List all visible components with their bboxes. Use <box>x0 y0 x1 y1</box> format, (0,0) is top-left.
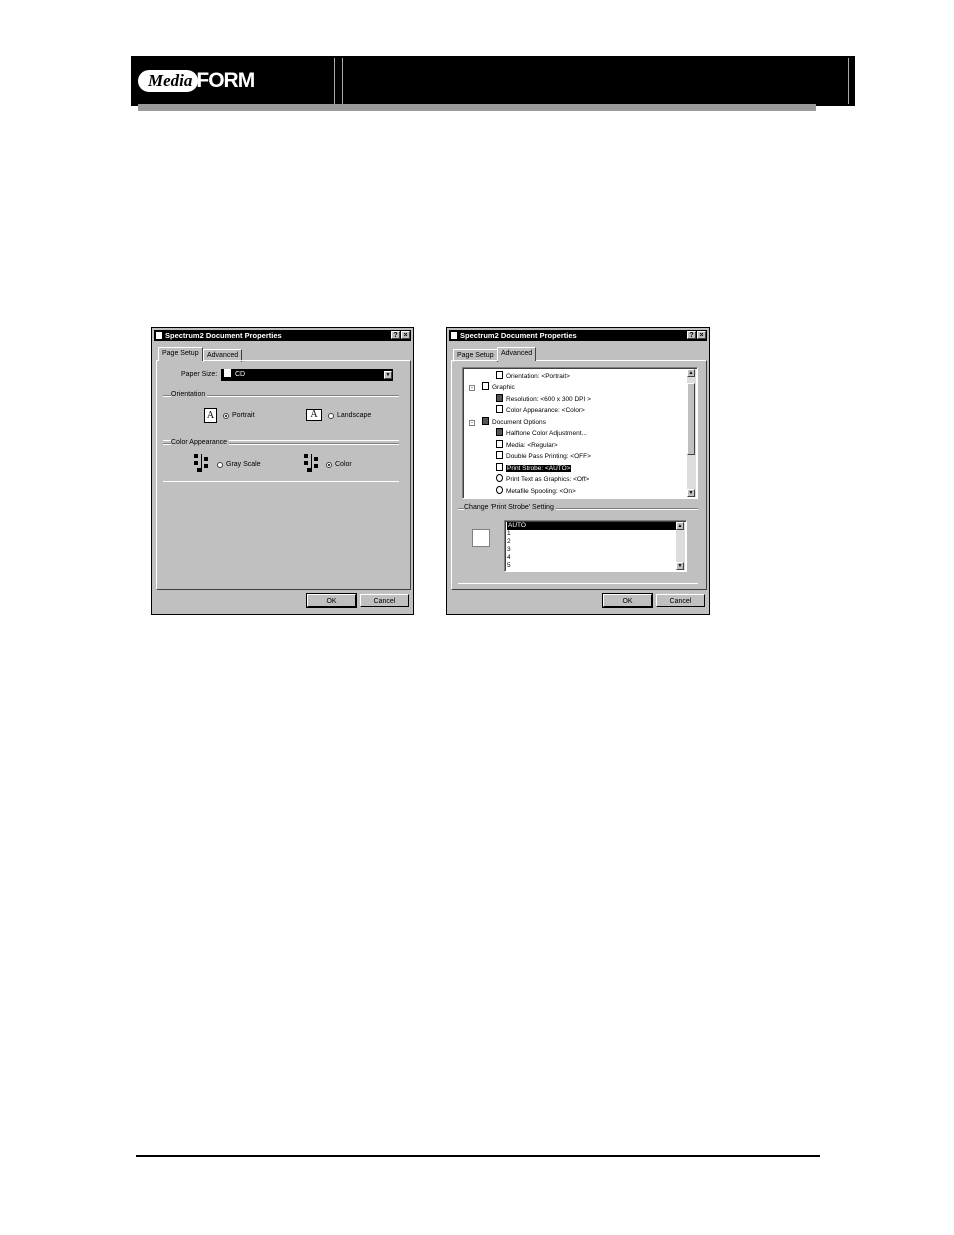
collapse-icon[interactable]: - <box>469 385 475 391</box>
color-appearance-icon <box>496 405 503 413</box>
change-setting-label: Change 'Print Strobe' Setting <box>464 504 556 511</box>
cancel-button[interactable]: Cancel <box>360 594 409 607</box>
color-appearance-label: Color Appearance <box>171 439 230 446</box>
list-item-selected[interactable]: AUTO <box>507 522 676 530</box>
portrait-radio[interactable] <box>223 413 229 419</box>
color-label[interactable]: Color <box>335 461 352 468</box>
scroll-down-icon[interactable]: ▼ <box>687 489 695 497</box>
list-item[interactable]: 2 <box>507 538 676 546</box>
portrait-icon: A <box>204 408 217 423</box>
close-button[interactable]: × <box>697 331 706 339</box>
color-icon <box>304 454 319 472</box>
tree-item[interactable]: Graphic <box>482 382 515 393</box>
document-properties-dialog-page-setup: Spectrum2 Document Properties ? × Page S… <box>151 327 414 615</box>
dialog-title: Spectrum2 Document Properties <box>165 331 282 340</box>
help-button[interactable]: ? <box>391 331 400 339</box>
lightbulb-icon <box>496 486 503 494</box>
banner-divider <box>342 58 343 104</box>
tab-panel: Orientation: <Portrait> - Graphic Resolu… <box>451 360 707 590</box>
settings-tree[interactable]: Orientation: <Portrait> - Graphic Resolu… <box>462 367 698 499</box>
paper-size-value: CD <box>235 371 246 378</box>
color-radio[interactable] <box>326 462 332 468</box>
page-icon <box>224 369 231 377</box>
print-strobe-icon <box>496 463 503 471</box>
media-icon <box>496 440 503 448</box>
scroll-thumb[interactable] <box>687 383 695 455</box>
tree-item[interactable]: Color Appearance: <Color> <box>496 405 585 416</box>
header-banner-shadow <box>138 104 816 111</box>
ok-button[interactable]: OK <box>306 593 357 608</box>
tree-item-selected[interactable]: Print Strobe: <AUTO> <box>496 463 572 474</box>
tab-panel: Paper Size: CD ▼ Orientation A Portrait … <box>156 360 411 590</box>
page-icon <box>496 371 503 379</box>
grayscale-icon <box>194 454 209 472</box>
grayscale-radio[interactable] <box>217 462 223 468</box>
document-options-icon <box>482 417 489 425</box>
paper-size-label: Paper Size: <box>181 371 218 378</box>
close-button[interactable]: × <box>401 331 410 339</box>
list-item[interactable]: 3 <box>507 546 676 554</box>
tab-page-setup[interactable]: Page Setup <box>158 347 203 361</box>
list-item[interactable]: 4 <box>507 554 676 562</box>
tree-item[interactable]: Orientation: <Portrait> <box>496 371 570 382</box>
scroll-up-icon[interactable]: ▲ <box>687 369 695 377</box>
text-as-graphics-icon <box>496 474 503 482</box>
logo-form-text: FORM <box>196 69 255 92</box>
tree-item[interactable]: Metafile Spooling: <On> <box>496 486 576 495</box>
orientation-label: Orientation <box>171 391 208 398</box>
ok-button[interactable]: OK <box>602 593 653 608</box>
tree-scrollbar[interactable]: ▲ ▼ <box>687 369 696 497</box>
scroll-up-icon[interactable]: ▲ <box>676 522 684 530</box>
tab-advanced[interactable]: Advanced <box>497 347 537 361</box>
landscape-radio[interactable] <box>328 413 334 419</box>
halftone-icon <box>496 428 503 436</box>
strobe-icon <box>472 529 490 547</box>
footer-rule <box>136 1155 820 1157</box>
list-item[interactable]: 1 <box>507 530 676 538</box>
dialog-titlebar: Spectrum2 Document Properties ? × <box>449 330 707 341</box>
chevron-down-icon[interactable]: ▼ <box>384 371 392 379</box>
tree-item[interactable]: Resolution: <600 x 300 DPI > <box>496 394 591 405</box>
document-properties-dialog-advanced: Spectrum2 Document Properties ? × Page S… <box>446 327 710 615</box>
grayscale-label[interactable]: Gray Scale <box>226 461 261 468</box>
banner-divider <box>848 58 849 104</box>
tree-item[interactable]: Document Options <box>482 417 546 428</box>
page-icon <box>482 382 489 390</box>
landscape-icon: A <box>306 409 322 421</box>
cancel-button[interactable]: Cancel <box>656 594 705 607</box>
help-button[interactable]: ? <box>687 331 696 339</box>
double-pass-icon <box>496 451 503 459</box>
color-appearance-group: Color Appearance Gray Scale Color <box>163 439 399 482</box>
tree-item[interactable]: Media: <Regular> <box>496 440 558 451</box>
collapse-icon[interactable]: - <box>469 420 475 426</box>
mediaform-logo: Media FORM <box>138 66 255 96</box>
tree-item[interactable]: Print Text as Graphics: <Off> <box>496 474 589 485</box>
printer-icon <box>451 332 457 339</box>
list-item[interactable]: 5 <box>507 562 676 570</box>
tree-item[interactable]: Halftone Color Adjustment... <box>496 428 587 439</box>
printer-icon <box>156 332 162 339</box>
portrait-label[interactable]: Portrait <box>232 412 255 419</box>
landscape-label[interactable]: Landscape <box>337 412 371 419</box>
dialog-titlebar: Spectrum2 Document Properties ? × <box>154 330 411 341</box>
resolution-icon <box>496 394 503 402</box>
logo-media-text: Media <box>138 70 199 92</box>
change-setting-group: Change 'Print Strobe' Setting AUTO 1 2 3… <box>458 504 698 584</box>
orientation-group: Orientation A Portrait A Landscape <box>163 391 399 441</box>
dialog-title: Spectrum2 Document Properties <box>460 331 577 340</box>
tree-viewport: Orientation: <Portrait> - Graphic Resolu… <box>468 371 685 495</box>
paper-size-select[interactable]: CD ▼ <box>221 369 393 381</box>
banner-divider <box>334 58 335 104</box>
scroll-down-icon[interactable]: ▼ <box>676 562 684 570</box>
tree-item[interactable]: Double Pass Printing: <OFF> <box>496 451 591 462</box>
list-scrollbar[interactable]: ▲ ▼ <box>676 522 685 570</box>
strobe-setting-list[interactable]: AUTO 1 2 3 4 5 ▲ ▼ <box>504 520 687 572</box>
